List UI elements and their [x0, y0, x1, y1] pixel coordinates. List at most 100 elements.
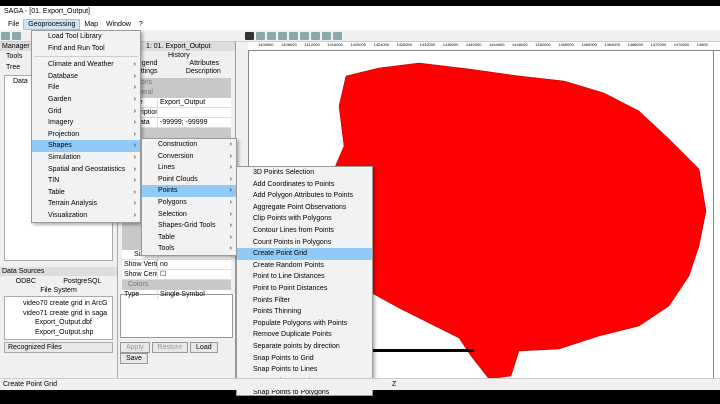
- 3d-view-icon[interactable]: [288, 32, 298, 40]
- save-button[interactable]: Save: [120, 353, 148, 364]
- scale-bar: [359, 349, 474, 352]
- menu-item-selection[interactable]: Selection ›: [142, 209, 236, 221]
- zoom-tool-icon[interactable]: [255, 32, 265, 40]
- tab-attributes[interactable]: Attributes: [189, 60, 219, 67]
- menu-item-shapes[interactable]: Shapes ›: [32, 140, 140, 152]
- menu-item-database[interactable]: Database ›: [32, 71, 140, 83]
- menu-item-clip-points-with-polygons[interactable]: Clip Points with Polygons: [237, 213, 372, 225]
- ruler-tick-label: 1468000: [627, 42, 644, 47]
- save-icon[interactable]: [12, 32, 21, 40]
- menu-item-label: Grid: [48, 107, 62, 115]
- menu-item-spatial-and-geostatistics[interactable]: Spatial and Geostatistics ›: [32, 164, 140, 176]
- tree-item-data[interactable]: Data: [13, 78, 28, 85]
- menu-item-construction[interactable]: Construction ›: [142, 139, 236, 151]
- layout-icon[interactable]: [299, 32, 309, 40]
- menu-item-visualization[interactable]: Visualization ›: [32, 210, 140, 222]
- menu-item-label: Create Point Grid: [253, 250, 308, 258]
- menu-item-populate-polygons-with-points[interactable]: Populate Polygons with Points: [237, 318, 372, 330]
- menu-item-point-to-line-distances[interactable]: Point to Line Distances: [237, 271, 372, 283]
- chevron-right-icon: ›: [229, 210, 232, 218]
- menu-help[interactable]: ?: [135, 20, 147, 29]
- ruler-tick-label: 1420000: [350, 42, 366, 47]
- menu-item-label: Lines: [158, 164, 175, 172]
- geoprocessing-menu: Load Tool Library Find and Run Tool Climat…: [31, 30, 141, 223]
- menu-item-lines[interactable]: Lines ›: [142, 162, 236, 174]
- apply-button[interactable]: Apply: [120, 342, 150, 353]
- measure-icon[interactable]: [277, 32, 287, 40]
- chevron-right-icon: ›: [229, 187, 232, 195]
- menu-item-label: Points: [158, 187, 178, 195]
- ruler-tick-label: 1444000: [488, 42, 505, 47]
- menu-item-load-tool-library[interactable]: Load Tool Library: [32, 31, 140, 43]
- menu-item-polygons[interactable]: Polygons ›: [142, 197, 236, 209]
- menu-item-points-thinning[interactable]: Points Thinning: [237, 306, 372, 318]
- menu-item-imagery[interactable]: Imagery ›: [32, 117, 140, 129]
- menu-item-tin[interactable]: TIN ›: [32, 175, 140, 187]
- menu-item-table[interactable]: Table ›: [142, 232, 236, 244]
- menu-item-separate-points-by-direction[interactable]: Separate points by direction: [237, 341, 372, 353]
- north-arrow-icon[interactable]: [332, 32, 342, 40]
- menu-item-table[interactable]: Table ›: [32, 187, 140, 199]
- file-item[interactable]: Export_Output.shp: [9, 328, 108, 338]
- menu-item-add-coordinates-to-points[interactable]: Add Coordinates to Points: [237, 179, 372, 191]
- file-item[interactable]: Export_Output.dbf: [9, 318, 108, 328]
- chevron-right-icon: ›: [229, 233, 232, 241]
- menu-item-grid[interactable]: Grid ›: [32, 106, 140, 118]
- menu-map[interactable]: Map: [80, 20, 102, 29]
- file-tree[interactable]: video70 create grid in ArcG video71 crea…: [4, 296, 113, 340]
- open-icon[interactable]: [1, 32, 10, 40]
- tab-file-system[interactable]: File System: [0, 287, 117, 294]
- menu-item-add-polygon-attributes-to-points[interactable]: Add Polygon Attributes to Points: [237, 190, 372, 202]
- data-sources-title: Data Sources: [0, 267, 117, 276]
- menu-item-contour-lines-from-points[interactable]: Contour Lines from Points: [237, 225, 372, 237]
- clipboard-icon[interactable]: [310, 32, 320, 40]
- menu-item-create-point-grid[interactable]: Create Point Grid: [237, 248, 372, 260]
- restore-button[interactable]: Restore: [151, 342, 189, 353]
- menu-item-climate-and-weather[interactable]: Climate and Weather ›: [32, 59, 140, 71]
- menu-item-count-points-in-polygons[interactable]: Count Points in Polygons: [237, 237, 372, 249]
- menu-item-snap-points-to-grid[interactable]: Snap Points to Grid: [237, 353, 372, 365]
- tab-postgresql[interactable]: PostgreSQL: [63, 278, 101, 285]
- chevron-right-icon: ›: [133, 130, 136, 138]
- menu-item-label: Snap Points to Polygons: [253, 389, 330, 396]
- menu-item-point-to-point-distances[interactable]: Point to Point Distances: [237, 283, 372, 295]
- menu-item-3d-points-selection[interactable]: 3D Points Selection: [237, 167, 372, 179]
- menu-item-point-clouds[interactable]: Point Clouds ›: [142, 174, 236, 186]
- menu-item-projection[interactable]: Projection ›: [32, 129, 140, 141]
- select-tool-icon[interactable]: [244, 32, 254, 40]
- menu-item-points-filter[interactable]: Points Filter: [237, 295, 372, 307]
- ruler-tick-label: 1416000: [327, 42, 343, 47]
- tab-description[interactable]: Description: [186, 68, 221, 75]
- ruler-tick-label: 1424000: [373, 42, 390, 47]
- menu-item-remove-duplicate-points[interactable]: Remove Duplicate Points: [237, 329, 372, 341]
- menu-item-label: Aggregate Point Observations: [253, 203, 347, 211]
- pan-tool-icon[interactable]: [266, 32, 276, 40]
- menu-item-shapes-grid-tools[interactable]: Shapes-Grid Tools ›: [142, 220, 236, 232]
- menu-item-tools[interactable]: Tools ›: [142, 243, 236, 255]
- scalebar-icon[interactable]: [321, 32, 331, 40]
- menu-item-simulation[interactable]: Simulation ›: [32, 152, 140, 164]
- load-button[interactable]: Load: [190, 342, 218, 353]
- menu-item-snap-points-to-lines[interactable]: Snap Points to Lines: [237, 364, 372, 376]
- menu-item-find-and-run-tool[interactable]: Find and Run Tool: [32, 43, 140, 55]
- menu-item-conversion[interactable]: Conversion ›: [142, 151, 236, 163]
- menu-item-file[interactable]: File ›: [32, 82, 140, 94]
- menu-file[interactable]: File: [4, 20, 23, 29]
- folder-item[interactable]: video70 create grid in ArcG: [9, 299, 108, 309]
- menu-item-aggregate-point-observations[interactable]: Aggregate Point Observations: [237, 202, 372, 214]
- menu-item-create-random-points[interactable]: Create Random Points: [237, 260, 372, 272]
- file-filter-select[interactable]: Recognized Files: [4, 342, 113, 353]
- menu-item-points[interactable]: Points ›: [142, 185, 236, 197]
- tab-odbc[interactable]: ODBC: [16, 278, 36, 285]
- menu-item-terrain-analysis[interactable]: Terrain Analysis ›: [32, 198, 140, 210]
- menu-item-garden[interactable]: Garden ›: [32, 94, 140, 106]
- menu-geoprocessing[interactable]: Geoprocessing: [23, 18, 81, 30]
- show-centroid-checkbox[interactable]: ☐: [158, 270, 166, 279]
- status-bar: Create Point Grid Z: [0, 378, 720, 390]
- menu-item-label: Spatial and Geostatistics: [48, 165, 126, 173]
- type-select[interactable]: Single Symbol: [158, 290, 205, 299]
- menu-item-label: 3D Points Selection: [253, 169, 315, 176]
- folder-item[interactable]: video71 create grid in saga: [9, 309, 108, 319]
- menu-window[interactable]: Window: [102, 20, 135, 29]
- menu-item-label: Construction: [158, 141, 198, 148]
